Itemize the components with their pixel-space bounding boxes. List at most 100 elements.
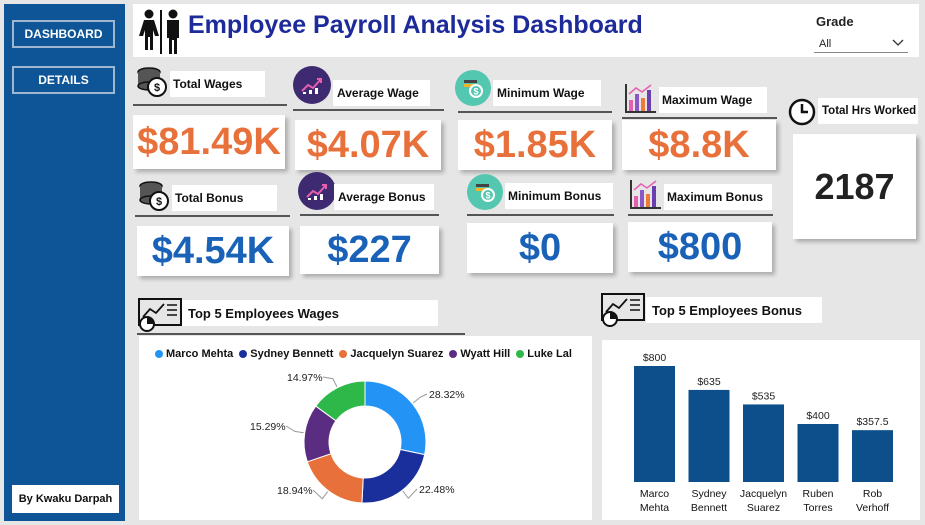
average-wage-label: Average Wage: [333, 80, 430, 106]
divider: [300, 214, 439, 216]
grade-value: All: [819, 38, 832, 50]
total-hours-label: Total Hrs Worked: [818, 98, 918, 124]
bar-chart-icon: [624, 82, 658, 119]
coins-icon: $: [137, 180, 171, 217]
divider: [293, 109, 444, 111]
divider: [133, 104, 287, 106]
grade-label: Grade: [816, 14, 854, 29]
bar-value-label: $635: [697, 376, 721, 388]
details-button[interactable]: DETAILS: [12, 66, 115, 94]
bar-category-label: Jacquelyn: [740, 488, 787, 500]
dashboard-button[interactable]: DASHBOARD: [12, 20, 115, 48]
total-wages-label: Total Wages: [170, 71, 265, 97]
analytics-board-icon: [137, 297, 183, 338]
grade-filter: Grade All: [806, 10, 914, 56]
bonus-chart-panel: $800 Marco Mehta $635 Sydney Bennett $535 Jacqu…: [602, 340, 920, 520]
svg-text:$: $: [473, 87, 478, 97]
page-title: Employee Payroll Analysis Dashboard: [188, 11, 643, 39]
donut-slice[interactable]: [306, 453, 364, 504]
bar-category-label: Sydney: [691, 488, 727, 500]
minimum-bonus-value: $0: [467, 223, 613, 273]
growth-chart-icon: [293, 66, 331, 104]
bar-category-label: Mehta: [640, 502, 669, 514]
legend-label: Marco Mehta: [166, 348, 234, 360]
legend-item[interactable]: Marco Mehta: [155, 348, 233, 360]
slice-label: 18.94%: [277, 485, 313, 497]
legend-item[interactable]: Luke Lal: [516, 348, 572, 360]
legend-swatch: [155, 350, 163, 358]
average-wage-value: $4.07K: [295, 120, 441, 170]
bar[interactable]: [743, 404, 784, 482]
bar-value-label: $400: [806, 410, 830, 422]
sidebar: DASHBOARD DETAILS By Kwaku Darpah: [4, 4, 125, 521]
bar-category-label: Bennett: [691, 502, 727, 514]
leader-line: [322, 376, 338, 387]
divider: [135, 215, 290, 217]
chevron-down-icon: [892, 38, 904, 50]
slice-label: 15.29%: [250, 421, 286, 433]
legend-swatch: [339, 350, 348, 358]
legend-swatch: [516, 350, 525, 358]
cash-coin-icon: $: [467, 174, 503, 210]
wages-chart-panel: Marco Mehta Sydney Bennett Jacquelyn Suare…: [139, 336, 592, 520]
bar-category-label: Ruben: [803, 488, 834, 500]
bar-category-label: Torres: [803, 502, 832, 514]
maximum-wage-value: $8.8K: [622, 120, 776, 170]
slice-label: 14.97%: [287, 372, 323, 384]
maximum-bonus-value: $800: [628, 222, 772, 272]
cash-coin-icon: $: [455, 70, 491, 106]
bar[interactable]: [797, 424, 839, 482]
divider: [137, 333, 465, 335]
average-bonus-label: Average Bonus: [334, 184, 434, 210]
legend-label: Sydney Bennett: [250, 348, 334, 360]
maximum-wage-label: Maximum Wage: [659, 87, 767, 113]
header: Employee Payroll Analysis Dashboard: [133, 4, 919, 57]
bar-value-label: $800: [643, 352, 667, 364]
bar-chart-icon: [629, 178, 663, 215]
svg-text:$: $: [485, 191, 490, 201]
bar-category-label: Suarez: [747, 502, 780, 514]
minimum-wage-value: $1.85K: [458, 120, 612, 170]
minimum-bonus-label: Minimum Bonus: [505, 183, 613, 209]
leader-line: [312, 489, 329, 500]
donut-slice[interactable]: [364, 380, 427, 456]
restroom-people-icon: [138, 8, 184, 61]
bar[interactable]: [688, 389, 730, 482]
grade-dropdown[interactable]: All: [814, 36, 908, 53]
leader-line: [402, 488, 418, 500]
legend-swatch: [239, 350, 248, 358]
clock-icon: [788, 98, 816, 131]
total-bonus-value: $4.54K: [137, 226, 289, 276]
analytics-board-icon: [600, 292, 646, 333]
legend-label: Wyatt Hill: [460, 348, 511, 360]
total-hours-value: 2187: [793, 134, 916, 239]
leader-line: [412, 393, 428, 404]
donut-chart: 28.32% 22.48% 18.94% 15.29% 14.97%: [250, 372, 465, 504]
bar[interactable]: [634, 366, 675, 482]
legend-label: Jacquelyn Suarez: [350, 348, 444, 360]
leader-line: [285, 425, 304, 434]
legend-item[interactable]: Jacquelyn Suarez: [339, 348, 443, 360]
maximum-bonus-label: Maximum Bonus: [664, 184, 772, 210]
slice-label: 28.32%: [429, 389, 465, 401]
minimum-wage-label: Minimum Wage: [493, 80, 601, 106]
bar-value-label: $357.5: [856, 416, 888, 428]
bar-category-label: Marco: [640, 488, 669, 500]
donut-slice[interactable]: [361, 448, 426, 504]
legend-swatch: [449, 350, 458, 358]
total-wages-value: $81.49K: [133, 115, 285, 169]
legend-label: Luke Lal: [527, 348, 572, 360]
bonus-chart-title: Top 5 Employees Bonus: [646, 297, 822, 323]
divider: [622, 117, 777, 119]
author-label: By Kwaku Darpah: [12, 485, 119, 513]
svg-text:$: $: [154, 82, 160, 94]
slice-label: 22.48%: [419, 484, 455, 496]
legend-item[interactable]: Wyatt Hill: [449, 348, 510, 360]
bar[interactable]: [852, 430, 893, 482]
bar-category-label: Verhoff: [856, 502, 889, 514]
divider: [628, 214, 773, 216]
average-bonus-value: $227: [300, 226, 439, 274]
divider: [467, 214, 614, 216]
legend-item[interactable]: Sydney Bennett: [239, 348, 333, 360]
growth-chart-icon: [298, 172, 336, 210]
